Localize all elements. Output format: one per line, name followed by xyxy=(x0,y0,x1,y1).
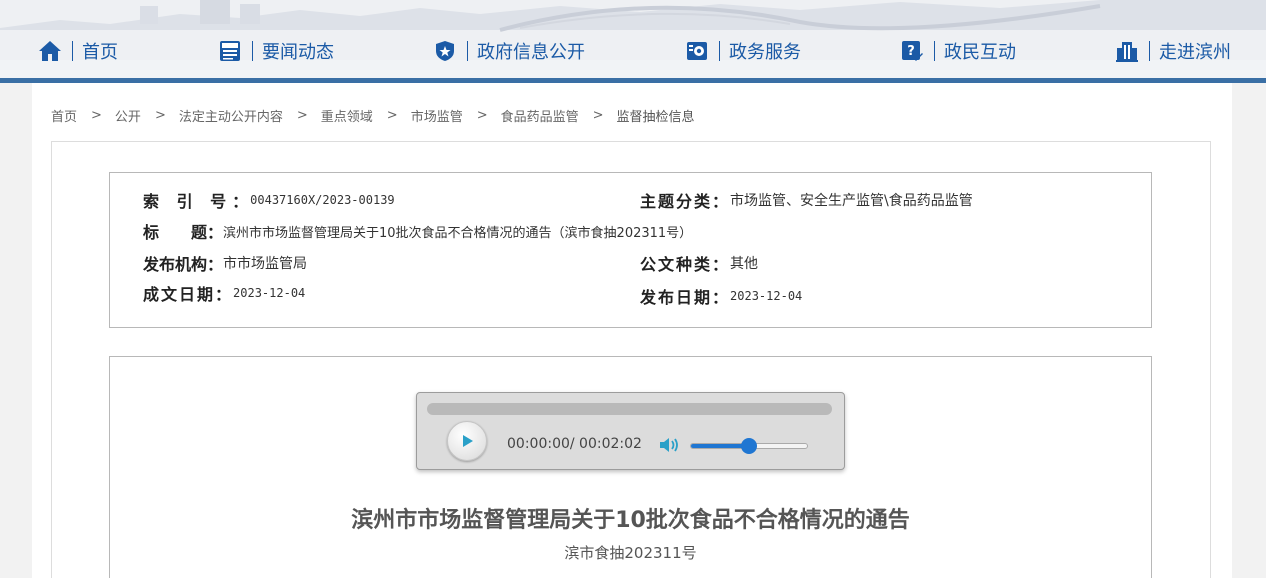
meta-topic-label: 主题分类： xyxy=(640,192,731,211)
nav-item-gov-info[interactable]: 政府信息公开 xyxy=(433,38,585,64)
building-icon xyxy=(1115,39,1139,63)
badge-icon xyxy=(433,39,457,63)
breadcrumb-item-key-areas[interactable]: 重点领域 xyxy=(321,106,373,125)
meta-doctype-label: 公文种类： xyxy=(640,255,731,274)
nav-separator xyxy=(467,41,468,61)
nav-item-home[interactable]: 首页 xyxy=(38,38,118,64)
meta-doctype: 公文种类： 其他 xyxy=(640,253,759,274)
volume-icon[interactable] xyxy=(659,436,681,458)
breadcrumb-separator: > xyxy=(91,107,102,123)
nav-separator xyxy=(252,41,253,61)
nav-label: 走进滨州 xyxy=(1159,42,1231,63)
meta-topic: 主题分类： 市场监管、安全生产监管\食品药品监管 xyxy=(640,190,973,211)
audio-time-display: 00:00:00/ 00:02:02 xyxy=(507,436,642,452)
breadcrumb-separator: > xyxy=(592,107,604,123)
meta-created-label: 成文日期： xyxy=(143,285,234,304)
audio-progress-bar[interactable] xyxy=(427,403,832,415)
nav-label: 政民互动 xyxy=(944,42,1016,63)
meta-doctype-value: 其他 xyxy=(730,256,759,272)
breadcrumb-separator: > xyxy=(154,107,166,123)
header-landscape-background xyxy=(0,0,1266,80)
meta-title: 标 题： 滨州市市场监督管理局关于10批次食品不合格情况的通告（滨市食抽2023… xyxy=(143,221,693,242)
interaction-icon: ? xyxy=(900,39,924,63)
breadcrumb-item-current: 监督抽检信息 xyxy=(616,109,695,125)
nav-label: 政府信息公开 xyxy=(477,42,585,63)
meta-index-value: 00437160X/2023-00139 xyxy=(250,193,395,207)
meta-title-label: 标 题： xyxy=(143,223,224,242)
home-icon xyxy=(38,39,62,63)
meta-org-value: 市市场监管局 xyxy=(223,256,308,272)
meta-title-value: 滨州市市场监督管理局关于10批次食品不合格情况的通告（滨市食抽202311号） xyxy=(223,225,693,241)
meta-index: 索 引 号： 00437160X/2023-00139 xyxy=(143,190,395,211)
nav-label: 政务服务 xyxy=(729,42,801,63)
play-icon xyxy=(463,435,473,447)
meta-org: 发布机构： 市市场监管局 xyxy=(143,253,308,274)
meta-published: 发布日期： 2023-12-04 xyxy=(640,286,803,307)
site-header xyxy=(0,0,1266,80)
news-icon xyxy=(218,39,242,63)
breadcrumb-item-public[interactable]: 公开 xyxy=(115,106,141,125)
nav-separator xyxy=(719,41,720,61)
play-button[interactable] xyxy=(447,421,487,461)
nav-item-about-binzhou[interactable]: 走进滨州 xyxy=(1115,38,1231,64)
breadcrumb-item-food-drug[interactable]: 食品药品监管 xyxy=(501,106,579,125)
meta-org-label: 发布机构： xyxy=(143,255,224,274)
volume-slider-thumb[interactable] xyxy=(741,438,757,454)
nav-label: 首页 xyxy=(82,42,118,63)
article-doc-number: 滨市食抽202311号 xyxy=(564,544,697,562)
audio-player: 00:00:00/ 00:02:02 xyxy=(416,392,845,470)
meta-created-value: 2023-12-04 xyxy=(233,286,306,300)
breadcrumb-separator: > xyxy=(386,107,398,123)
nav-separator xyxy=(934,41,935,61)
nav-item-news[interactable]: 要闻动态 xyxy=(218,38,334,64)
nav-item-interaction[interactable]: ? 政民互动 xyxy=(900,38,1016,64)
nav-item-services[interactable]: 政务服务 xyxy=(685,38,801,64)
breadcrumb-separator: > xyxy=(296,107,308,123)
volume-slider[interactable] xyxy=(690,438,808,454)
meta-published-value: 2023-12-04 xyxy=(730,289,803,303)
nav-label: 要闻动态 xyxy=(262,42,334,63)
service-icon xyxy=(685,39,709,63)
meta-index-label: 索 引 号： xyxy=(143,192,255,211)
meta-published-label: 发布日期： xyxy=(640,288,731,307)
breadcrumb-item-home[interactable]: 首页 xyxy=(51,106,77,125)
breadcrumb: 首页 > 公开 > 法定主动公开内容 > 重点领域 > 市场监管 > 食品药品监… xyxy=(51,106,695,125)
svg-text:?: ? xyxy=(907,44,915,59)
meta-created: 成文日期： 2023-12-04 xyxy=(143,283,306,304)
nav-separator xyxy=(72,41,73,61)
meta-topic-value: 市场监管、安全生产监管\食品药品监管 xyxy=(730,193,973,209)
breadcrumb-item-statutory[interactable]: 法定主动公开内容 xyxy=(179,106,283,125)
breadcrumb-item-market-supervision[interactable]: 市场监管 xyxy=(411,106,463,125)
article-title: 滨州市市场监督管理局关于10批次食品不合格情况的通告 xyxy=(351,508,910,533)
breadcrumb-separator: > xyxy=(476,107,488,123)
nav-separator xyxy=(1149,41,1150,61)
